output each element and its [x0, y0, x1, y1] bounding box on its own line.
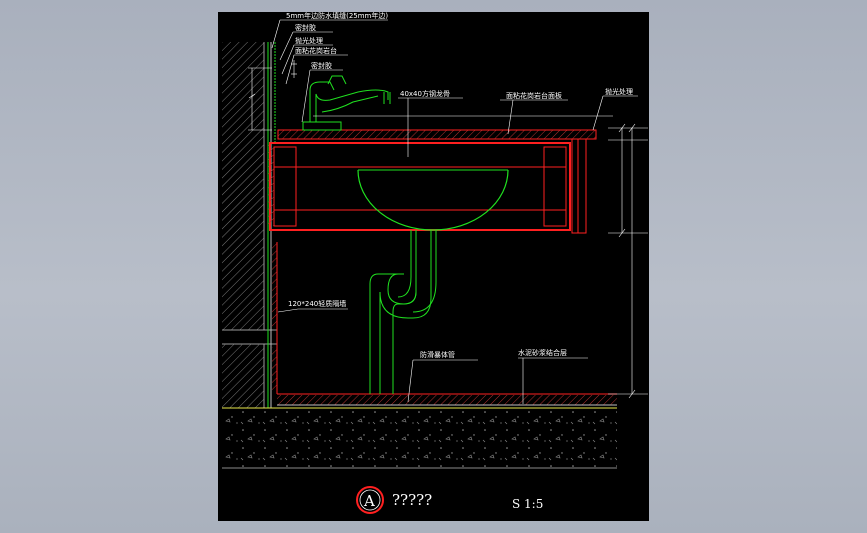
label-floor-layer: 水泥砂浆结合层	[518, 348, 567, 357]
wall-lower	[222, 344, 265, 408]
steel-frame	[268, 142, 571, 231]
label-steel-frame: 40x40方钢龙骨	[400, 89, 450, 98]
label-polish-2: 抛光处理	[605, 87, 633, 96]
label-sealant-2: 密封胶	[311, 61, 332, 70]
label-countertop: 面粘花岗岩台面板	[506, 91, 562, 100]
countertop	[277, 129, 597, 234]
cad-viewer[interactable]: 5mm年边防水填缝(25mm年边) 密封胶 抛光处理 面粘花岗岩台 密封胶 40…	[0, 0, 867, 533]
basin	[357, 169, 509, 231]
label-waterproof-top: 5mm年边防水填缝(25mm年边)	[286, 12, 388, 20]
section-drawing: 5mm年边防水填缝(25mm年边) 密封胶 抛光处理 面粘花岗岩台 密封胶 40…	[222, 12, 648, 514]
title-letter: A	[363, 492, 375, 510]
label-side-pipe: 120*240轻质隔墙	[288, 299, 346, 308]
drawing-sheet: 5mm年边防水填缝(25mm年边) 密封胶 抛光处理 面粘花岗岩台 密封胶 40…	[218, 12, 649, 521]
label-polish-1: 抛光处理	[295, 36, 323, 45]
label-trap: 防滑暴体管	[420, 350, 455, 359]
labels: 5mm年边防水填缝(25mm年边) 密封胶 抛光处理 面粘花岗岩台 密封胶 40…	[286, 12, 633, 359]
label-sealant-1: 密封胶	[295, 23, 316, 32]
drain-trap	[369, 230, 437, 394]
floor-section	[222, 393, 617, 469]
drawing-title: A ????? S 1:5	[356, 486, 543, 514]
title-text: ?????	[392, 491, 432, 509]
faucet	[302, 75, 391, 131]
scale-text: S 1:5	[512, 497, 543, 511]
label-stone-slab-1: 面粘花岗岩台	[295, 46, 337, 55]
leader-lines	[271, 19, 638, 404]
